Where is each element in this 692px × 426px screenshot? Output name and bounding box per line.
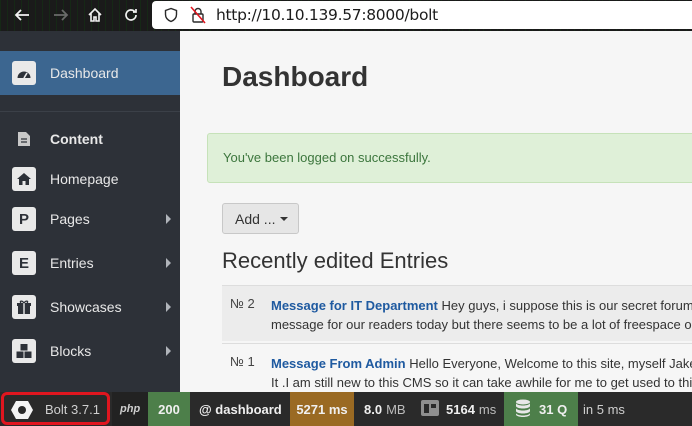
add-dropdown-button[interactable]: Add ... bbox=[222, 203, 299, 234]
caret-down-icon bbox=[280, 216, 289, 221]
sidebar-item-showcases[interactable]: Showcases bbox=[0, 285, 180, 329]
query-time-segment[interactable]: in 5 ms bbox=[578, 392, 692, 426]
queries-segment[interactable]: 31 Q bbox=[504, 392, 578, 426]
sidebar-item-label: Entries bbox=[50, 255, 94, 271]
entry-title-link[interactable]: Message From Admin bbox=[271, 356, 406, 371]
status-badge[interactable]: 200 bbox=[148, 392, 190, 426]
entry-excerpt: Message From Admin Hello Everyone, Welco… bbox=[271, 354, 692, 392]
back-arrow-icon[interactable] bbox=[9, 3, 35, 27]
cubes-icon bbox=[12, 339, 36, 363]
route-name: @ dashboard bbox=[199, 401, 282, 417]
query-count: 31 Q bbox=[539, 401, 568, 417]
template-unit: ms bbox=[478, 401, 497, 417]
sidebar-item-pages[interactable]: P Pages bbox=[0, 197, 180, 241]
sidebar-item-label: Pages bbox=[50, 211, 90, 227]
sidebar-item-homepage[interactable]: Homepage bbox=[0, 157, 180, 201]
table-row[interactable]: № 2 Message for IT Department Hey guys, … bbox=[222, 285, 692, 341]
request-time: 5271 ms bbox=[296, 401, 348, 417]
success-alert: You've been logged on successfully. bbox=[207, 133, 692, 183]
sidebar-item-entries[interactable]: E Entries bbox=[0, 241, 180, 285]
section-title: Recently edited Entries bbox=[222, 248, 449, 273]
sidebar-header-content[interactable]: Content bbox=[0, 117, 180, 161]
entry-number: № 2 bbox=[230, 296, 255, 311]
page-title: Dashboard bbox=[222, 61, 369, 92]
sidebar-item-label: Dashboard bbox=[50, 65, 119, 81]
sidebar-item-label: Blocks bbox=[50, 343, 92, 359]
shield-icon[interactable] bbox=[162, 6, 180, 24]
memory-segment[interactable]: 8.0 MB bbox=[354, 392, 412, 426]
alert-message: You've been logged on successfully. bbox=[223, 150, 431, 165]
entry-excerpt-line1: Hey guys, i suppose this is our secret f… bbox=[441, 298, 692, 313]
entry-title-link[interactable]: Message for IT Department bbox=[271, 298, 438, 313]
memory-unit: MB bbox=[386, 401, 406, 417]
sidebar-item-blocks[interactable]: Blocks bbox=[0, 329, 180, 373]
sidebar-item-dashboard[interactable]: Dashboard bbox=[0, 51, 180, 95]
highlight-annotation bbox=[1, 392, 110, 425]
home-icon[interactable] bbox=[82, 3, 108, 27]
chevron-right-icon bbox=[166, 346, 171, 356]
template-icon bbox=[420, 399, 440, 420]
sidebar-item-label: Homepage bbox=[50, 171, 119, 187]
entry-excerpt-line2: It .I am still new to this CMS so it can… bbox=[271, 375, 692, 390]
dashboard-icon bbox=[12, 61, 36, 85]
memory-value: 8.0 bbox=[364, 401, 383, 417]
pages-letter-icon: P bbox=[12, 207, 36, 231]
chevron-right-icon bbox=[166, 214, 171, 224]
route-segment[interactable]: @ dashboard bbox=[190, 392, 290, 426]
gift-icon bbox=[12, 295, 36, 319]
home-icon bbox=[12, 167, 36, 191]
entry-excerpt-line1: Hello Everyone, Welcome to this site, my… bbox=[409, 356, 692, 371]
add-button-label: Add ... bbox=[235, 210, 276, 227]
sidebar: Dashboard Content Homepage P Pages E Ent… bbox=[0, 31, 180, 392]
database-icon bbox=[515, 399, 531, 420]
entry-number: № 1 bbox=[230, 354, 255, 369]
template-value: 5164 bbox=[446, 401, 475, 417]
url-text[interactable]: http://10.10.139.57:8000/bolt bbox=[216, 6, 438, 24]
http-status: 200 bbox=[158, 401, 180, 417]
forward-arrow-icon[interactable] bbox=[48, 3, 74, 27]
chevron-right-icon bbox=[166, 258, 171, 268]
address-bar[interactable]: http://10.10.139.57:8000/bolt bbox=[152, 1, 692, 29]
sidebar-item-label: Showcases bbox=[50, 299, 122, 315]
query-time: in 5 ms bbox=[583, 401, 625, 417]
chevron-right-icon bbox=[166, 302, 171, 312]
entries-letter-icon: E bbox=[12, 251, 36, 275]
template-segment[interactable]: 5164 ms bbox=[412, 392, 504, 426]
time-segment[interactable]: 5271 ms bbox=[290, 392, 354, 426]
entry-excerpt: Message for IT Department Hey guys, i su… bbox=[271, 296, 692, 334]
entry-excerpt-line2: message for our readers today but there … bbox=[271, 317, 692, 332]
reload-icon[interactable] bbox=[118, 3, 144, 27]
sidebar-item-label: Content bbox=[50, 131, 103, 147]
insecure-lock-icon[interactable] bbox=[189, 6, 207, 24]
php-logo: php bbox=[120, 403, 141, 415]
table-row[interactable]: № 1 Message From Admin Hello Everyone, W… bbox=[222, 343, 692, 392]
document-icon bbox=[12, 127, 36, 151]
sidebar-divider bbox=[0, 111, 180, 112]
browser-toolbar: http://10.10.139.57:8000/bolt bbox=[0, 0, 692, 31]
main-content: Dashboard You've been logged on successf… bbox=[180, 31, 692, 392]
php-segment[interactable]: php bbox=[112, 392, 148, 426]
